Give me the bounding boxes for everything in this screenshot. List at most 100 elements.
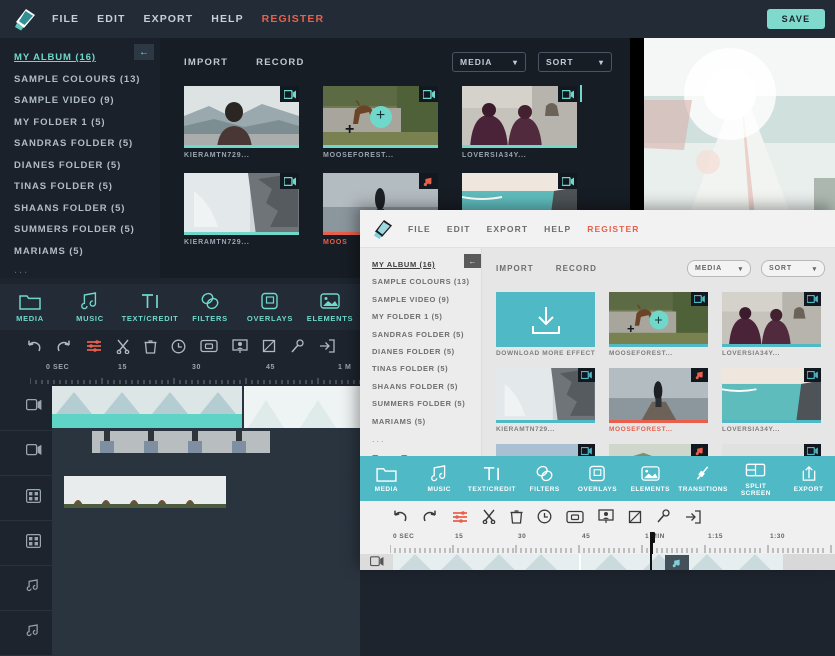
sidebar-collapse-button[interactable]: ←	[134, 44, 154, 60]
trash-icon[interactable]	[144, 339, 157, 354]
sort-filter-dropdown[interactable]: SORT ▾	[538, 52, 612, 72]
timeline-track[interactable]	[0, 386, 360, 431]
timeline-track[interactable]	[0, 521, 360, 566]
media-item[interactable]	[496, 444, 595, 456]
sidebar-collapse-button[interactable]: ←	[464, 254, 481, 268]
sidebar-item-tinas-folder[interactable]: TINAS FOLDER (5)	[372, 364, 481, 373]
menu-register[interactable]: REGISTER	[262, 13, 324, 25]
green-screen-icon[interactable]	[598, 509, 614, 524]
sidebar-item-sandras-folder[interactable]: SANDRAS FOLDER (5)	[372, 330, 481, 339]
track-lane[interactable]	[52, 386, 360, 430]
sidebar-item-sandras-folder[interactable]: SANDRAS FOLDER (5)	[14, 138, 160, 149]
adjust-levels-icon[interactable]	[452, 510, 468, 524]
media-thumbnail[interactable]	[722, 368, 821, 423]
trash-icon[interactable]	[510, 509, 523, 524]
sidebar-item-my-folder-1[interactable]: MY FOLDER 1 (5)	[14, 117, 160, 128]
sidebar-item-dianes-folder[interactable]: DIANES FOLDER (5)	[372, 347, 481, 356]
adjust-levels-icon[interactable]	[86, 339, 102, 353]
timeline-track[interactable]	[0, 566, 360, 611]
sidebar-item-mariams[interactable]: MARIAMS (5)	[14, 246, 160, 257]
tab-filters[interactable]: FILTERS	[180, 291, 240, 323]
menu-help[interactable]: HELP	[211, 13, 243, 25]
import-button[interactable]: IMPORT	[496, 264, 534, 273]
sidebar-item-tinas-folder[interactable]: TINAS FOLDER (5)	[14, 181, 160, 192]
redo-icon[interactable]	[56, 339, 72, 354]
media-item[interactable]	[609, 444, 708, 456]
sidebar-item-sample-video[interactable]: SAMPLE VIDEO (9)	[14, 95, 160, 106]
download-effects-tile[interactable]	[496, 292, 595, 347]
add-to-timeline-button[interactable]: +	[369, 106, 392, 128]
sidebar-item-shaans-folder[interactable]: SHAANS FOLDER (5)	[14, 203, 160, 214]
sidebar-item-shaans-folder[interactable]: SHAANS FOLDER (5)	[372, 382, 481, 391]
media-thumbnail[interactable]	[184, 86, 299, 148]
track-lane[interactable]	[52, 521, 360, 565]
tab-music[interactable]: MUSIC	[413, 464, 466, 493]
sidebar-item-sample-colours[interactable]: SAMPLE COLOURS (13)	[14, 74, 160, 85]
media-thumbnail[interactable]	[462, 86, 577, 148]
timeline-track[interactable]	[0, 431, 360, 476]
green-screen-icon[interactable]	[232, 338, 248, 354]
timeline-track[interactable]	[0, 611, 360, 656]
sidebar-item-sample-colours[interactable]: SAMPLE COLOURS (13)	[372, 277, 481, 286]
menu-export[interactable]: EXPORT	[487, 224, 529, 234]
media-item[interactable]: + + MOOSEFOREST...	[609, 292, 708, 357]
sidebar-item-sample-video[interactable]: SAMPLE VIDEO (9)	[372, 295, 481, 304]
media-thumbnail[interactable]	[609, 368, 708, 423]
add-to-timeline-button[interactable]: +	[649, 310, 668, 329]
tab-text-credit[interactable]: TEXT/CREDIT	[466, 464, 519, 493]
rotate-icon[interactable]	[628, 510, 642, 524]
redo-icon[interactable]	[422, 509, 438, 524]
sidebar-item-dianes-folder[interactable]: DIANES FOLDER (5)	[14, 160, 160, 171]
track-lane[interactable]	[52, 476, 360, 520]
tab-media[interactable]: MEDIA	[360, 464, 413, 493]
export-arrow-icon[interactable]	[685, 509, 701, 524]
timeline-track[interactable]	[0, 476, 360, 521]
media-thumbnail[interactable]: + +	[609, 292, 708, 347]
tab-overlays[interactable]: OVERLAYS	[571, 464, 624, 493]
media-thumbnail[interactable]	[496, 368, 595, 423]
media-item[interactable]: LOVERSIA34Y...	[722, 368, 821, 433]
tab-split-screen[interactable]: SPLIT SCREEN	[729, 461, 782, 497]
sidebar-item-summers-folder[interactable]: SUMMERS FOLDER (5)	[372, 399, 481, 408]
import-button[interactable]: IMPORT	[184, 57, 228, 68]
media-thumbnail[interactable]	[609, 444, 708, 456]
menu-export[interactable]: EXPORT	[143, 13, 193, 25]
media-item[interactable]	[722, 444, 821, 456]
menu-help[interactable]: HELP	[544, 224, 571, 234]
undo-icon[interactable]	[392, 509, 408, 524]
media-item[interactable]: MOOSEFOREST...	[609, 368, 708, 433]
tab-media[interactable]: MEDIA	[0, 291, 60, 323]
tab-transitions[interactable]: TRANSITIONS	[677, 464, 730, 493]
magic-wand-icon[interactable]	[290, 338, 305, 354]
menu-register[interactable]: REGISTER	[587, 224, 639, 234]
tab-text-credit[interactable]: TEXT/CREDIT	[120, 291, 180, 323]
tab-export[interactable]: EXPORT	[782, 464, 835, 493]
sidebar-item-summers-folder[interactable]: SUMMERS FOLDER (5)	[14, 224, 160, 235]
crop-icon[interactable]	[200, 339, 218, 353]
dark-timeline-ruler[interactable]: 0 SEC 15 30 45 1 M	[0, 362, 360, 386]
media-filter-dropdown[interactable]: MEDIA ▾	[687, 260, 751, 277]
scissors-icon[interactable]	[482, 509, 496, 524]
media-thumbnail[interactable]: + +	[323, 86, 438, 148]
tab-filters[interactable]: FILTERS	[518, 464, 571, 493]
download-effects-item[interactable]: DOWNLOAD MORE EFFECTS	[496, 292, 595, 357]
track-lane[interactable]	[52, 566, 360, 610]
rotate-icon[interactable]	[262, 339, 276, 353]
record-button[interactable]: RECORD	[556, 264, 597, 273]
tab-elements[interactable]: ELEMENTS	[300, 291, 360, 323]
sidebar-item-mariams[interactable]: MARIAMS (5)	[372, 417, 481, 426]
media-item[interactable]: KIERAMTN729...	[496, 368, 595, 433]
media-item[interactable]: KIERAMTN729...	[184, 173, 299, 246]
undo-icon[interactable]	[26, 339, 42, 354]
media-thumbnail[interactable]	[496, 444, 595, 456]
record-button[interactable]: RECORD	[256, 57, 304, 68]
tab-music[interactable]: MUSIC	[60, 291, 120, 323]
menu-file[interactable]: FILE	[408, 224, 431, 234]
media-thumbnail[interactable]	[722, 292, 821, 347]
media-thumbnail[interactable]	[722, 444, 821, 456]
menu-file[interactable]: FILE	[52, 13, 79, 25]
menu-edit[interactable]: EDIT	[447, 224, 471, 234]
track-lane[interactable]	[52, 431, 360, 475]
media-thumbnail[interactable]	[184, 173, 299, 235]
track-lane[interactable]	[393, 554, 835, 570]
